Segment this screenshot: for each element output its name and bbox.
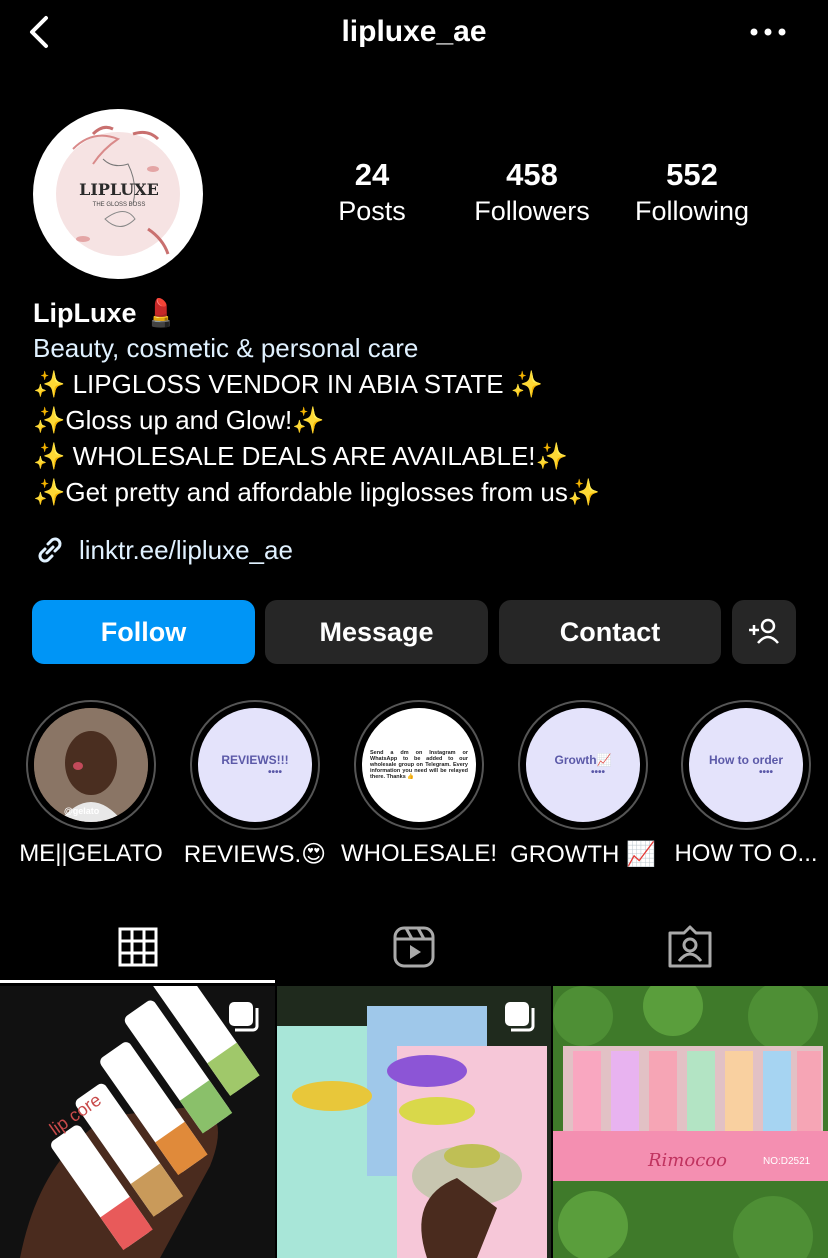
profile-username: lipluxe_ae <box>341 15 487 48</box>
stat-posts[interactable]: 24 Posts <box>292 157 452 229</box>
dots-icon: •••• <box>590 766 605 778</box>
bio-line: ✨ WHOLESALE DEALS ARE AVAILABLE!✨ <box>33 441 568 471</box>
highlight-wholesale[interactable]: Send a dm on Instagram or WhatsApp to be… <box>337 700 501 868</box>
highlight-cover: REVIEWS!!! •••• <box>198 708 312 822</box>
highlight-growth[interactable]: Growth📈 •••• GROWTH 📈 <box>501 700 665 869</box>
multiple-images-icon <box>505 1002 535 1032</box>
bio-section: LipLuxe 💄 Beauty, cosmetic & personal ca… <box>33 296 823 510</box>
post-image-rimocoo-gloss: Rimocoo NO:D2521 <box>553 986 828 1258</box>
highlight-cover-text: How to order <box>709 752 783 767</box>
highlight-how-to-order[interactable]: How to order •••• HOW TO O... <box>664 700 828 868</box>
highlight-cover: @gelato <box>34 708 148 822</box>
bio-line: ✨Get pretty and affordable lipglosses fr… <box>33 477 601 507</box>
add-person-icon <box>749 618 779 644</box>
stat-following-count: 552 <box>666 157 718 192</box>
highlight-cover: Send a dm on Instagram or WhatsApp to be… <box>362 708 476 822</box>
highlight-cover-text: Growth📈 <box>554 752 612 767</box>
dots-icon: •••• <box>267 766 282 778</box>
stat-following-label: Following <box>634 196 750 226</box>
post-code-text: NO:D2521 <box>763 1156 811 1167</box>
selfie-thumbnail <box>34 708 148 822</box>
tab-posts-grid[interactable] <box>0 915 276 979</box>
stat-followers[interactable]: 458 Followers <box>452 157 612 229</box>
highlight-cover-text: REVIEWS!!! <box>221 752 289 767</box>
highlight-caption: WHOLESALE! <box>340 840 498 867</box>
highlight-caption: GROWTH 📈 <box>510 841 656 868</box>
message-button[interactable]: Message <box>265 600 488 664</box>
reels-icon <box>393 926 435 968</box>
dots-icon: •••• <box>758 766 773 778</box>
post-thumbnail[interactable] <box>277 986 551 1258</box>
highlight-reviews[interactable]: REVIEWS!!! •••• REVIEWS.😍 <box>173 700 337 869</box>
lipluxe-logo: LIPLUXE THE GLOSS BOSS <box>56 125 180 256</box>
highlight-cover: Growth📈 •••• <box>526 708 640 822</box>
profile-display-name: LipLuxe 💄 <box>33 298 178 328</box>
tagged-icon <box>668 925 712 968</box>
profile-category[interactable]: Beauty, cosmetic & personal care <box>33 330 823 366</box>
highlight-caption: ME||GELATO <box>19 840 163 867</box>
logo-brand-text: LIPLUXE <box>79 180 159 199</box>
logo-tagline-text: THE GLOSS BOSS <box>93 202 146 208</box>
bio-line: ✨Gloss up and Glow!✨ <box>33 405 325 435</box>
post-thumbnail[interactable]: Rimocoo NO:D2521 <box>553 986 828 1258</box>
highlight-cover-ring: REVIEWS!!! •••• <box>190 700 320 830</box>
tab-reels[interactable] <box>276 915 552 979</box>
highlight-cover-ring: Send a dm on Instagram or WhatsApp to be… <box>354 700 484 830</box>
highlight-cover-ring: How to order •••• <box>681 700 811 830</box>
more-options-icon[interactable] <box>748 22 788 42</box>
highlight-cover: How to order •••• <box>689 708 803 822</box>
post-brand-text: Rimocoo <box>647 1150 727 1171</box>
bio-link-text[interactable]: linktr.ee/lipluxe_ae <box>79 535 293 566</box>
post-thumbnail[interactable]: lip core <box>0 986 275 1258</box>
highlight-caption: REVIEWS.😍 <box>183 841 327 868</box>
stat-followers-label: Followers <box>474 196 590 226</box>
highlight-cover-ring: @gelato <box>26 700 156 830</box>
bio-link[interactable]: linktr.ee/lipluxe_ae <box>33 530 293 570</box>
link-icon <box>38 537 62 563</box>
bio-line: ✨ LIPGLOSS VENDOR IN ABIA STATE ✨ <box>33 369 544 399</box>
contact-button[interactable]: Contact <box>499 600 721 664</box>
tab-tagged[interactable] <box>552 915 828 979</box>
highlight-cover-text: Send a dm on Instagram or WhatsApp to be… <box>370 750 468 780</box>
follow-button[interactable]: Follow <box>32 600 255 664</box>
active-tab-indicator <box>0 980 275 983</box>
stat-followers-count: 458 <box>506 157 558 192</box>
grid-icon <box>118 927 158 967</box>
profile-avatar[interactable]: LIPLUXE THE GLOSS BOSS <box>33 109 203 279</box>
highlight-caption: HOW TO O... <box>674 840 818 867</box>
highlight-me-gelato[interactable]: @gelato ME||GELATO <box>9 700 173 868</box>
stat-posts-count: 24 <box>354 157 390 192</box>
multiple-images-icon <box>229 1002 259 1032</box>
add-person-button[interactable] <box>732 600 796 664</box>
stat-following[interactable]: 552 Following <box>612 157 772 229</box>
stat-posts-label: Posts <box>338 196 406 226</box>
highlight-cover-text: @gelato <box>64 806 100 816</box>
highlight-cover-ring: Growth📈 •••• <box>518 700 648 830</box>
